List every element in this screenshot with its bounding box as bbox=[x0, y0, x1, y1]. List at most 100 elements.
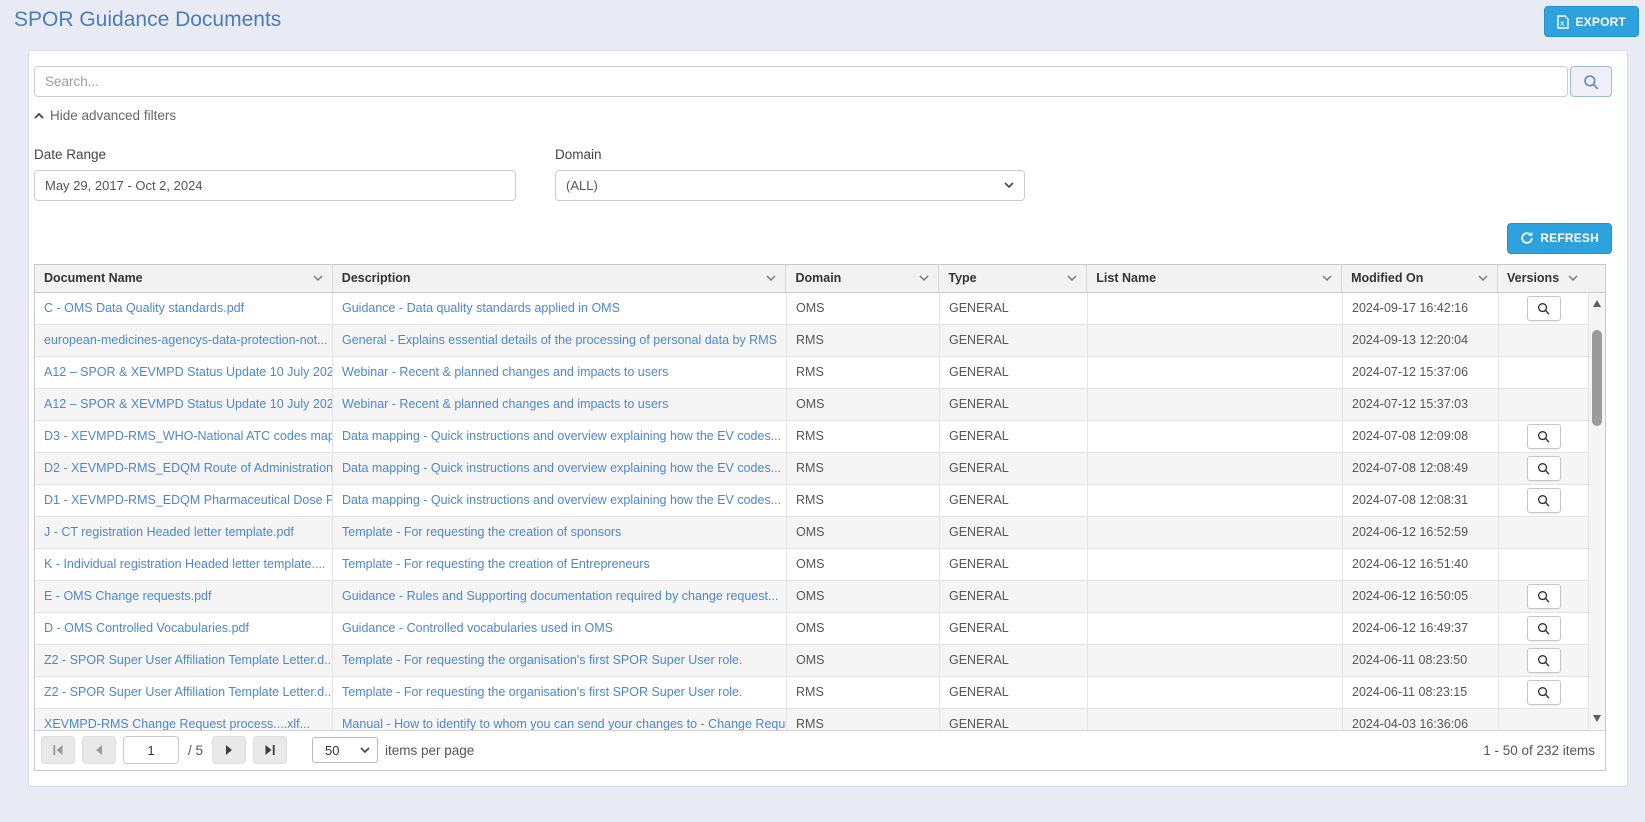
page-number-input[interactable] bbox=[123, 736, 179, 764]
description-link[interactable]: Template - For requesting the organisati… bbox=[342, 685, 742, 699]
vertical-scrollbar[interactable] bbox=[1588, 294, 1605, 729]
document-name-link[interactable]: D - OMS Controlled Vocabularies.pdf bbox=[44, 621, 249, 635]
document-name-link[interactable]: A12 – SPOR & XEVMPD Status Update 10 Jul… bbox=[44, 365, 333, 379]
document-name-link[interactable]: K - Individual registration Headed lette… bbox=[44, 557, 325, 571]
view-versions-button[interactable] bbox=[1527, 584, 1561, 609]
items-range-info: 1 - 50 of 232 items bbox=[1483, 743, 1595, 758]
versions-cell bbox=[1499, 517, 1588, 548]
column-header[interactable]: List Name bbox=[1087, 265, 1342, 292]
column-menu-chevron-icon[interactable] bbox=[1067, 275, 1077, 281]
scrollbar-thumb[interactable] bbox=[1592, 330, 1602, 426]
document-name-link[interactable]: C - OMS Data Quality standards.pdf bbox=[44, 301, 244, 315]
date-range-input[interactable] bbox=[34, 170, 516, 201]
page-size-select[interactable]: 50 bbox=[312, 737, 378, 763]
column-header[interactable]: Domain bbox=[786, 265, 939, 292]
column-header[interactable]: Type bbox=[939, 265, 1087, 292]
list-name-cell bbox=[1088, 709, 1343, 730]
column-header[interactable]: Description bbox=[333, 265, 787, 292]
domain-cell: RMS bbox=[787, 357, 940, 388]
description-link[interactable]: Webinar - Recent & planned changes and i… bbox=[342, 365, 668, 379]
description-cell: Webinar - Recent & planned changes and i… bbox=[333, 357, 787, 388]
export-button-label: EXPORT bbox=[1575, 15, 1626, 29]
column-menu-chevron-icon[interactable] bbox=[1322, 275, 1332, 281]
column-header[interactable]: Document Name bbox=[35, 265, 333, 292]
document-name-cell: A12 – SPOR & XEVMPD Status Update 10 Jul… bbox=[35, 357, 333, 388]
description-link[interactable]: Template - For requesting the creation o… bbox=[342, 525, 621, 539]
description-cell: Guidance - Controlled vocabularies used … bbox=[333, 613, 787, 644]
description-cell: Template - For requesting the organisati… bbox=[333, 645, 787, 676]
document-name-link[interactable]: J - CT registration Headed letter templa… bbox=[44, 525, 294, 539]
document-name-link[interactable]: Z2 - SPOR Super User Affiliation Templat… bbox=[44, 685, 333, 699]
domain-cell: OMS bbox=[787, 389, 940, 420]
description-link[interactable]: Guidance - Controlled vocabularies used … bbox=[342, 621, 613, 635]
modified-on-cell: 2024-07-08 12:09:08 bbox=[1343, 421, 1499, 452]
column-header-label: List Name bbox=[1096, 271, 1156, 285]
view-versions-button[interactable] bbox=[1527, 616, 1561, 641]
description-link[interactable]: Data mapping - Quick instructions and ov… bbox=[342, 493, 781, 507]
type-cell: GENERAL bbox=[940, 549, 1088, 580]
document-name-cell: Z2 - SPOR Super User Affiliation Templat… bbox=[35, 677, 333, 708]
scrollbar-up-arrow[interactable] bbox=[1589, 297, 1605, 311]
description-cell: Data mapping - Quick instructions and ov… bbox=[333, 485, 787, 516]
domain-cell: OMS bbox=[787, 293, 940, 324]
column-header[interactable]: Versions bbox=[1498, 265, 1587, 292]
view-versions-button[interactable] bbox=[1527, 424, 1561, 449]
document-name-link[interactable]: D1 - XEVMPD-RMS_EDQM Pharmaceutical Dose… bbox=[44, 493, 333, 507]
last-page-button[interactable] bbox=[253, 736, 287, 764]
description-link[interactable]: Guidance - Rules and Supporting document… bbox=[342, 589, 778, 603]
page-title: SPOR Guidance Documents bbox=[14, 8, 281, 32]
description-link[interactable]: Manual - How to identify to whom you can… bbox=[342, 717, 787, 730]
domain-select[interactable]: (ALL) bbox=[555, 170, 1025, 201]
modified-on-cell: 2024-06-12 16:52:59 bbox=[1343, 517, 1499, 548]
versions-magnifier-icon bbox=[1537, 430, 1550, 443]
column-menu-chevron-icon[interactable] bbox=[766, 275, 776, 281]
search-button[interactable] bbox=[1570, 66, 1612, 97]
description-link[interactable]: Template - For requesting the creation o… bbox=[342, 557, 650, 571]
scrollbar-down-arrow[interactable] bbox=[1589, 712, 1605, 726]
description-link[interactable]: Guidance - Data quality standards applie… bbox=[342, 301, 620, 315]
first-page-button[interactable] bbox=[41, 736, 75, 764]
triangle-down-icon bbox=[1593, 715, 1601, 722]
document-name-link[interactable]: european-medicines-agencys-data-protecti… bbox=[44, 333, 328, 347]
view-versions-button[interactable] bbox=[1527, 648, 1561, 673]
column-menu-chevron-icon[interactable] bbox=[919, 275, 929, 281]
previous-page-button[interactable] bbox=[82, 736, 116, 764]
description-link[interactable]: Template - For requesting the organisati… bbox=[342, 653, 742, 667]
description-link[interactable]: General - Explains essential details of … bbox=[342, 333, 777, 347]
document-name-link[interactable]: D3 - XEVMPD-RMS_WHO-National ATC codes m… bbox=[44, 429, 333, 443]
document-name-cell: A12 – SPOR & XEVMPD Status Update 10 Jul… bbox=[35, 389, 333, 420]
document-name-link[interactable]: A12 – SPOR & XEVMPD Status Update 10 Jul… bbox=[44, 397, 333, 411]
export-file-icon: x bbox=[1557, 15, 1569, 29]
document-name-link[interactable]: E - OMS Change requests.pdf bbox=[44, 589, 211, 603]
list-name-cell bbox=[1088, 485, 1343, 516]
view-versions-button[interactable] bbox=[1527, 488, 1561, 513]
refresh-button[interactable]: REFRESH bbox=[1507, 223, 1612, 254]
column-header[interactable]: Modified On bbox=[1342, 265, 1498, 292]
search-input[interactable] bbox=[34, 66, 1568, 97]
list-name-cell bbox=[1088, 613, 1343, 644]
document-name-link[interactable]: XEVMPD-RMS Change Request process....xlf… bbox=[44, 717, 310, 730]
column-menu-chevron-icon[interactable] bbox=[1568, 275, 1578, 281]
search-row bbox=[34, 66, 1612, 97]
description-link[interactable]: Data mapping - Quick instructions and ov… bbox=[342, 429, 781, 443]
svg-text:x: x bbox=[1561, 18, 1566, 27]
next-page-button[interactable] bbox=[212, 736, 246, 764]
table-row: Z2 - SPOR Super User Affiliation Templat… bbox=[35, 677, 1588, 709]
description-link[interactable]: Webinar - Recent & planned changes and i… bbox=[342, 397, 668, 411]
document-name-cell: D3 - XEVMPD-RMS_WHO-National ATC codes m… bbox=[35, 421, 333, 452]
description-link[interactable]: Data mapping - Quick instructions and ov… bbox=[342, 461, 781, 475]
column-menu-chevron-icon[interactable] bbox=[313, 275, 323, 281]
view-versions-button[interactable] bbox=[1527, 680, 1561, 705]
export-button[interactable]: x EXPORT bbox=[1544, 6, 1639, 37]
documents-grid: Document Name Description Domain Type Li… bbox=[34, 264, 1606, 771]
description-cell: Template - For requesting the creation o… bbox=[333, 517, 787, 548]
column-menu-chevron-icon[interactable] bbox=[1478, 275, 1488, 281]
document-name-link[interactable]: D2 - XEVMPD-RMS_EDQM Route of Administra… bbox=[44, 461, 333, 475]
document-name-link[interactable]: Z2 - SPOR Super User Affiliation Templat… bbox=[44, 653, 333, 667]
type-cell: GENERAL bbox=[940, 517, 1088, 548]
hide-advanced-filters-link[interactable]: Hide advanced filters bbox=[34, 108, 176, 123]
domain-cell: OMS bbox=[787, 645, 940, 676]
view-versions-button[interactable] bbox=[1527, 456, 1561, 481]
refresh-row: REFRESH bbox=[34, 223, 1612, 254]
view-versions-button[interactable] bbox=[1527, 296, 1561, 321]
